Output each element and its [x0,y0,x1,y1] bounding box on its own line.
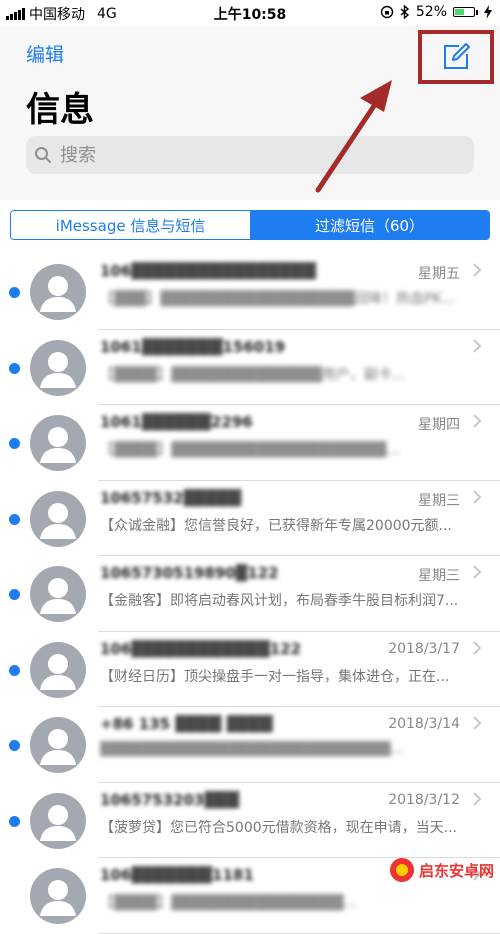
chevron-right-icon [473,489,482,504]
message-sender: 106▓▓▓▓▓▓▓1181 [100,866,254,884]
contact-avatar-icon [30,868,86,924]
edit-button[interactable]: 编辑 [26,40,64,67]
status-left: 中国移动 4G [6,4,117,24]
battery-percent: 52% [415,4,447,20]
message-sender: 106▓▓▓▓▓▓▓▓▓▓▓▓▓▓▓▓ [100,262,316,280]
watermark-text: 启东安卓网 [418,861,494,880]
message-row[interactable]: 106▓▓▓▓▓▓▓▓▓▓▓▓122 2018/3/17 【财经日历】顶尖操盘手一对… [0,632,500,708]
unread-indicator [9,664,20,676]
filter-segmented-control: iMessage 信息与短信 过滤短信（60） [10,210,490,240]
status-right: 52% [380,4,492,20]
message-preview: ▓▓▓▓▓▓▓▓▓▓▓▓▓▓▓▓▓▓▓▓▓▓▓▓▓▓▓... [100,741,405,757]
message-date: 2018/3/12 [388,791,460,808]
chevron-right-icon [473,791,482,806]
message-row[interactable]: +86 135 ▓▓▓▓ ▓▓▓▓ 2018/3/14 ▓▓▓▓▓▓▓▓▓▓▓▓▓▓… [0,707,500,783]
tab-imessage[interactable]: iMessage 信息与短信 [11,211,250,239]
unread-indicator [9,740,20,751]
unread-indicator [9,815,20,827]
contact-avatar-icon [30,717,86,773]
carrier-label: 中国移动 [29,7,85,23]
message-sender: 10657532▓▓▓▓▓ [100,488,242,507]
message-row[interactable]: 1065730519890▓122 星期三【金融客】即将启动春风计划，布局春季牛股… [0,556,500,632]
chevron-right-icon [473,263,482,277]
contact-avatar-icon [30,490,86,547]
chevron-right-icon [473,414,482,428]
message-sender: 1061▓▓▓▓▓▓2296 [100,413,253,431]
battery-icon [453,7,478,17]
contact-avatar-icon [30,792,86,849]
message-date: 2018/3/14 [388,716,460,732]
message-date: 星期三 [418,568,460,584]
watermark: 启东安卓网 [389,857,494,883]
unread-indicator [9,589,20,600]
charging-icon [484,5,492,19]
unread-indicator [9,362,20,374]
chevron-right-icon [473,640,482,655]
unread-indicator [9,287,20,298]
status-bar: 中国移动 4G 上午10:58 52% [0,0,500,26]
message-row[interactable]: 1061▓▓▓▓▓▓2296 星期四【▓▓▓▓】▓▓▓▓▓▓▓▓▓▓▓▓▓▓▓▓▓… [0,405,500,481]
message-date: 星期五 [418,266,460,282]
contact-avatar-icon [30,641,86,698]
message-sender: 106▓▓▓▓▓▓▓▓▓▓▓▓122 [100,639,302,658]
message-sender: 1065753203▓▓▓ [100,790,239,809]
network-label: 4G [97,6,117,22]
contact-avatar-icon [30,264,86,320]
search-input[interactable] [58,143,442,167]
search-icon [35,147,51,163]
bluetooth-icon [400,5,409,19]
message-preview: 【金融客】即将启动春风计划，布局春季牛股目标利润7... [100,593,459,609]
message-preview: 【▓▓▓▓】▓▓▓▓▓▓▓▓▓▓▓▓▓▓▓▓▓▓▓▓... [100,442,400,458]
message-preview: 【▓▓▓】▓▓▓▓▓▓▓▓▓▓▓▓▓▓▓▓▓▓回味！热血PK... [100,291,456,307]
message-row[interactable]: 10657532▓▓▓▓▓ 星期三【众诚金融】您信誉良好，已获得新年专属20000… [0,481,500,557]
message-preview: 【▓▓▓▓】▓▓▓▓▓▓▓▓▓▓▓▓▓▓▓▓... [100,895,357,911]
search-bar[interactable] [26,136,474,174]
compose-highlight-box [418,30,494,84]
message-date: 2018/3/17 [388,640,460,657]
message-date: 星期四 [418,417,460,433]
message-preview: 【▓▓▓▓】▓▓▓▓▓▓▓▓▓▓▓▓▓▓用户，副卡... [100,366,406,383]
message-sender: +86 135 ▓▓▓▓ ▓▓▓▓ [100,715,273,733]
tab-filtered-sms[interactable]: 过滤短信（60） [250,211,489,239]
compose-icon[interactable] [441,42,471,72]
message-sender: 1061▓▓▓▓▓▓▓156019 [100,337,286,356]
contact-avatar-icon [30,339,86,396]
unread-indicator [9,438,20,449]
contact-avatar-icon [30,415,86,471]
messages-header: 编辑 信息 [0,26,500,200]
message-row[interactable]: 106▓▓▓▓▓▓▓▓▓▓▓▓▓▓▓▓ 星期五【▓▓▓】▓▓▓▓▓▓▓▓▓▓▓▓▓… [0,254,500,330]
chevron-right-icon [473,565,482,579]
chevron-right-icon [473,338,482,353]
signal-icon [6,8,25,20]
chevron-right-icon [473,716,482,730]
rotation-lock-icon [380,5,394,19]
message-preview: 【众诚金融】您信誉良好，已获得新年专属20000元额... [100,517,452,534]
message-row[interactable]: 1061▓▓▓▓▓▓▓156019 【▓▓▓▓】▓▓▓▓▓▓▓▓▓▓▓▓▓▓用户，… [0,330,500,406]
watermark-logo-icon [389,858,414,882]
page-title: 信息 [26,90,94,130]
message-preview: 【财经日历】顶尖操盘手一对一指导，集体进仓，正在... [100,668,450,685]
message-preview: 【菠萝贷】您已符合5000元借款资格，现在申请，当天... [100,819,457,836]
contact-avatar-icon [30,566,86,622]
battery-fill [455,9,465,15]
message-date: 星期三 [418,492,460,509]
message-sender: 1065730519890▓122 [100,564,279,582]
message-row[interactable]: 1065753203▓▓▓ 2018/3/12 【菠萝贷】您已符合5000元借款资格… [0,783,500,859]
message-list: 106▓▓▓▓▓▓▓▓▓▓▓▓▓▓▓▓ 星期五【▓▓▓】▓▓▓▓▓▓▓▓▓▓▓▓▓… [0,254,500,934]
unread-indicator [9,513,20,525]
